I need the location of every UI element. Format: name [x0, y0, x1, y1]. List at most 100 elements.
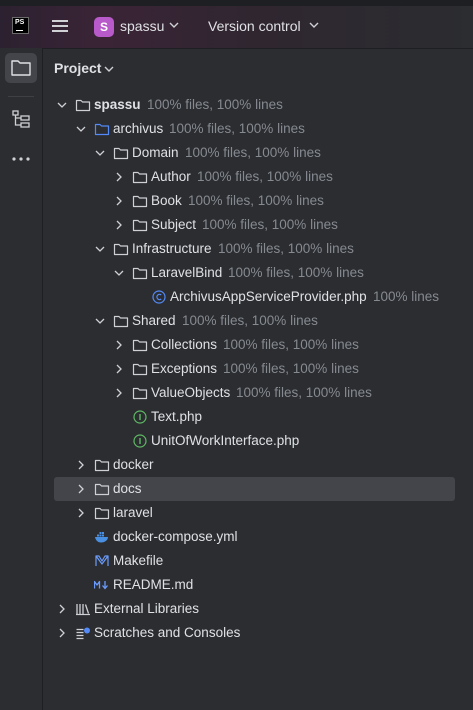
tree-row[interactable]: Domain 100% files, 100% lines: [42, 141, 473, 165]
project-tool-button[interactable]: [5, 53, 37, 83]
chevron-right-icon[interactable]: [113, 171, 125, 183]
chevron-right-icon[interactable]: [75, 483, 87, 495]
folder-icon: [94, 507, 110, 520]
tree-item-label: ValueObjects: [151, 385, 231, 400]
chevron-right-icon[interactable]: [113, 339, 125, 351]
coverage-stats: 100% files, 100% lines: [228, 265, 364, 280]
tree-row[interactable]: docker-compose.yml: [42, 525, 473, 549]
chevron-right-icon[interactable]: [75, 459, 87, 471]
tree-item-label: docker-compose.yml: [113, 529, 238, 544]
tree-row[interactable]: Exceptions 100% files, 100% lines: [42, 357, 473, 381]
tree-item-label: Shared: [132, 313, 176, 328]
scratches-icon: [76, 627, 90, 640]
folder-icon: [132, 267, 148, 280]
more-tools-button[interactable]: [5, 144, 37, 174]
folder-icon: [132, 171, 148, 184]
coverage-stats: 100% files, 100% lines: [218, 241, 354, 256]
chevron-right-icon[interactable]: [113, 195, 125, 207]
tree-row[interactable]: docs: [42, 477, 473, 501]
chevron-down-icon[interactable]: [75, 123, 87, 135]
folder-icon: [132, 195, 148, 208]
folder-icon: [113, 315, 129, 328]
project-name[interactable]: spassu: [120, 18, 164, 34]
toolbar-separator: [8, 96, 34, 97]
more-icon: [12, 157, 30, 161]
folder-icon: [132, 363, 148, 376]
chevron-down-icon[interactable]: [169, 21, 179, 29]
php-class-icon: [152, 290, 166, 304]
coverage-stats: 100% files, 100% lines: [236, 385, 372, 400]
coverage-stats: 100% files, 100% lines: [169, 121, 305, 136]
tree-item-label: docker: [113, 457, 154, 472]
tree-row[interactable]: Infrastructure 100% files, 100% lines: [42, 237, 473, 261]
chevron-down-icon[interactable]: [113, 267, 125, 279]
folder-icon: [11, 60, 31, 76]
tree-row[interactable]: Author 100% files, 100% lines: [42, 165, 473, 189]
chevron-right-icon[interactable]: [113, 363, 125, 375]
chevron-right-icon[interactable]: [56, 627, 68, 639]
chevron-right-icon[interactable]: [56, 603, 68, 615]
structure-icon: [12, 110, 30, 128]
tree-row[interactable]: Text.php: [42, 405, 473, 429]
tool-window-bar: [0, 48, 43, 710]
php-interface-icon: [133, 410, 147, 424]
vcs-widget[interactable]: Version control: [208, 18, 301, 34]
phpstorm-logo-icon[interactable]: PS: [12, 17, 29, 34]
tree-item-label: LaravelBind: [151, 265, 223, 280]
chevron-down-icon[interactable]: [94, 243, 106, 255]
chevron-right-icon[interactable]: [113, 219, 125, 231]
tree-row[interactable]: Book 100% files, 100% lines: [42, 189, 473, 213]
chevron-down-icon[interactable]: [94, 147, 106, 159]
tree-row[interactable]: LaravelBind 100% files, 100% lines: [42, 261, 473, 285]
tree-row[interactable]: Scratches and Consoles: [42, 621, 473, 645]
tree-row[interactable]: ArchivusAppServiceProvider.php 100% lines: [42, 285, 473, 309]
tree-row[interactable]: Makefile: [42, 549, 473, 573]
tree-row[interactable]: laravel: [42, 501, 473, 525]
tree-row[interactable]: Subject 100% files, 100% lines: [42, 213, 473, 237]
tree-row[interactable]: Collections 100% files, 100% lines: [42, 333, 473, 357]
folder-icon: [132, 219, 148, 232]
chevron-down-icon[interactable]: [94, 315, 106, 327]
coverage-stats: 100% files, 100% lines: [202, 217, 338, 232]
folder-icon: [132, 339, 148, 352]
tree-row[interactable]: External Libraries: [42, 597, 473, 621]
coverage-stats: 100% files, 100% lines: [185, 145, 321, 160]
tree-item-label: Infrastructure: [132, 241, 212, 256]
tree-item-label: Collections: [151, 337, 218, 352]
docker-icon: [95, 532, 108, 543]
chevron-down-icon[interactable]: [104, 65, 114, 73]
folder-icon: [75, 99, 91, 112]
logo-text: PS: [15, 19, 25, 26]
tree-item-label: laravel: [113, 505, 153, 520]
tree-row[interactable]: README.md: [42, 573, 473, 597]
coverage-stats: 100% files, 100% lines: [223, 337, 359, 352]
project-panel-title[interactable]: Project: [54, 60, 101, 76]
main-menu-icon[interactable]: [52, 19, 68, 33]
structure-tool-button[interactable]: [5, 104, 37, 134]
tree-item-label: spassu: [94, 97, 141, 112]
coverage-stats: 100% files, 100% lines: [223, 361, 359, 376]
tree-row[interactable]: Shared 100% files, 100% lines: [42, 309, 473, 333]
tree-item-label: UnitOfWorkInterface.php: [151, 433, 300, 448]
tree-item-label: ArchivusAppServiceProvider.php: [170, 289, 367, 304]
project-avatar[interactable]: S: [94, 17, 114, 37]
tree-row[interactable]: docker: [42, 453, 473, 477]
libraries-icon: [76, 604, 90, 616]
tree-row[interactable]: spassu 100% files, 100% lines: [42, 93, 473, 117]
php-interface-icon: [133, 434, 147, 448]
chevron-right-icon[interactable]: [113, 387, 125, 399]
chevron-down-icon[interactable]: [309, 21, 319, 29]
tree-item-label: README.md: [113, 577, 194, 592]
chevron-right-icon[interactable]: [75, 507, 87, 519]
tree-row[interactable]: archivus 100% files, 100% lines: [42, 117, 473, 141]
tree-row[interactable]: ValueObjects 100% files, 100% lines: [42, 381, 473, 405]
tree-item-label: Text.php: [151, 409, 203, 424]
coverage-stats: 100% files, 100% lines: [197, 169, 333, 184]
chevron-down-icon[interactable]: [56, 99, 68, 111]
tree-item-label: Book: [151, 193, 182, 208]
coverage-stats: 100% files, 100% lines: [147, 97, 283, 112]
tree-row[interactable]: UnitOfWorkInterface.php: [42, 429, 473, 453]
tree-item-label: External Libraries: [94, 601, 200, 616]
tree-item-label: Author: [151, 169, 191, 184]
tree-item-label: docs: [113, 481, 142, 496]
